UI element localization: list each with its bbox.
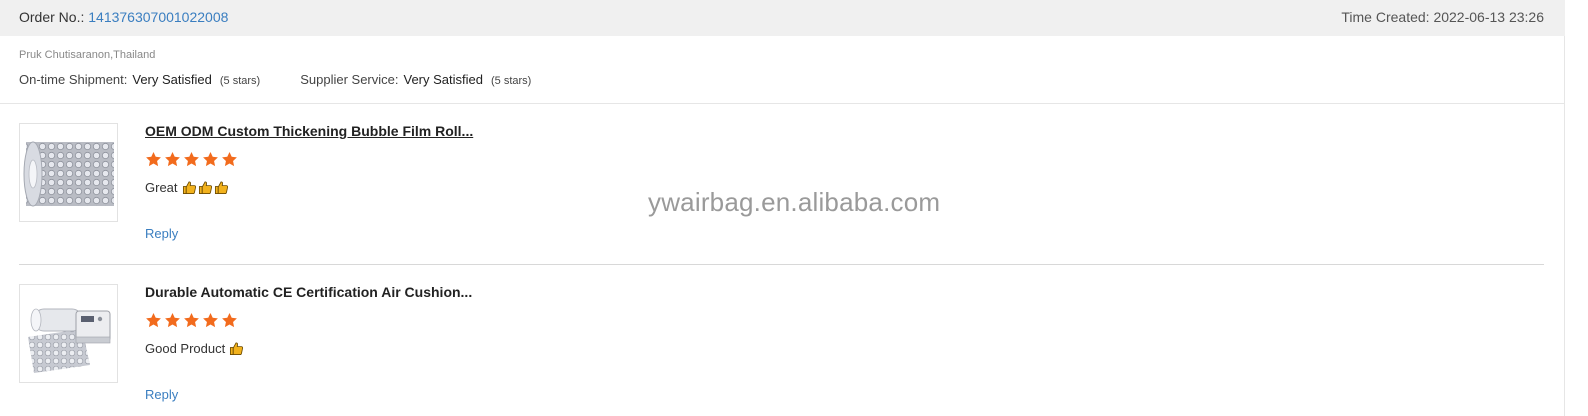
review-stars bbox=[145, 151, 240, 168]
rating-on-time-shipment: On-time Shipment: Very Satisfied (5 star… bbox=[19, 72, 260, 87]
star-icon bbox=[145, 151, 162, 168]
review-stars bbox=[145, 312, 240, 329]
product-review: Durable Automatic CE Certification Air C… bbox=[19, 284, 1519, 416]
order-number: Order No.: 141376307001022008 bbox=[19, 9, 228, 25]
order-number-link[interactable]: 141376307001022008 bbox=[88, 9, 228, 25]
rating-value: Very Satisfied bbox=[132, 72, 212, 87]
thumbs-up-icon bbox=[229, 341, 244, 356]
star-icon bbox=[183, 151, 200, 168]
review-comment: Great bbox=[145, 180, 230, 195]
star-icon bbox=[202, 312, 219, 329]
rating-label: Supplier Service: bbox=[300, 72, 399, 87]
star-icon bbox=[221, 151, 238, 168]
star-icon bbox=[202, 151, 219, 168]
order-header: Order No.: 141376307001022008 Time Creat… bbox=[0, 0, 1565, 36]
order-number-label: Order No.: bbox=[19, 9, 85, 25]
star-icon bbox=[164, 312, 181, 329]
rating-supplier-service: Supplier Service: Very Satisfied (5 star… bbox=[300, 72, 531, 87]
time-created-label: Time Created: bbox=[1341, 9, 1430, 25]
product-title-link[interactable]: Durable Automatic CE Certification Air C… bbox=[145, 284, 472, 300]
product-thumbnail[interactable] bbox=[19, 284, 118, 383]
time-created: Time Created: 2022-06-13 23:26 bbox=[1341, 9, 1544, 25]
star-icon bbox=[221, 312, 238, 329]
review-emoji bbox=[229, 341, 245, 356]
time-created-value: 2022-06-13 23:26 bbox=[1433, 9, 1544, 25]
watermark: ywairbag.en.alibaba.com bbox=[648, 187, 941, 217]
rating-stars-count: (5 stars) bbox=[491, 75, 532, 87]
review-comment-text: Good Product bbox=[145, 341, 226, 356]
rating-label: On-time Shipment: bbox=[19, 72, 128, 87]
thumbs-up-icon bbox=[182, 180, 197, 195]
review-comment: Good Product bbox=[145, 341, 245, 356]
rating-value: Very Satisfied bbox=[403, 72, 484, 87]
product-title-link[interactable]: OEM ODM Custom Thickening Bubble Film Ro… bbox=[145, 123, 473, 139]
reply-link[interactable]: Reply bbox=[145, 226, 178, 241]
divider bbox=[19, 264, 1544, 265]
review-comment-text: Great bbox=[145, 180, 178, 195]
thumbs-up-icon bbox=[214, 180, 229, 195]
divider bbox=[0, 103, 1565, 104]
buyer-name: Pruk Chutisaranon,Thailand bbox=[19, 49, 156, 61]
star-icon bbox=[164, 151, 181, 168]
reply-link[interactable]: Reply bbox=[145, 387, 178, 402]
star-icon bbox=[145, 312, 162, 329]
rating-stars-count: (5 stars) bbox=[219, 75, 261, 87]
star-icon bbox=[183, 312, 200, 329]
air-cushion-machine-image bbox=[20, 285, 117, 382]
supplier-ratings: On-time Shipment: Very Satisfied (5 star… bbox=[19, 72, 531, 87]
bubble-film-roll-image bbox=[20, 124, 117, 221]
product-thumbnail[interactable] bbox=[19, 123, 118, 222]
review-card: Order No.: 141376307001022008 Time Creat… bbox=[0, 0, 1565, 416]
thumbs-up-icon bbox=[198, 180, 213, 195]
review-emoji bbox=[182, 180, 230, 195]
